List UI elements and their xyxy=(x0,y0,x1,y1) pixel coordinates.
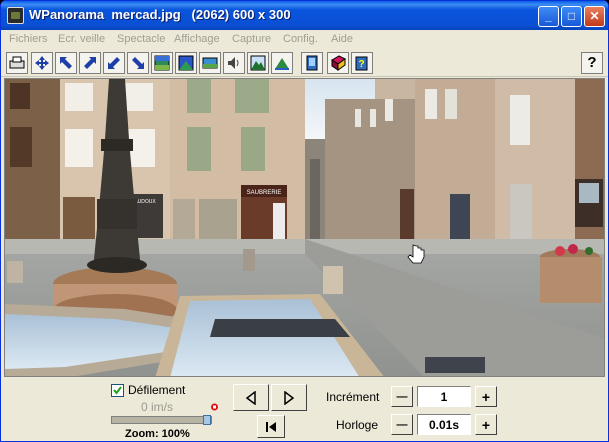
increment-plus-button[interactable]: + xyxy=(475,386,497,407)
arrow-downleft-icon xyxy=(108,57,120,69)
menu-fichiers[interactable]: Fichiers xyxy=(9,33,48,45)
arrow-downleft-button[interactable] xyxy=(103,52,125,74)
svg-text:?: ? xyxy=(358,59,364,70)
plus-icon: + xyxy=(481,416,491,433)
landscape-icon xyxy=(202,57,218,69)
page-button[interactable] xyxy=(301,52,323,74)
menu-capture[interactable]: Capture xyxy=(232,33,271,45)
sky-icon xyxy=(178,55,194,71)
mountain-button[interactable] xyxy=(247,52,269,74)
minus-icon: — xyxy=(396,418,408,431)
scroll-label: Défilement xyxy=(128,383,186,397)
zoom-slider-track xyxy=(112,417,203,423)
control-panel: Défilement 0 im/s Zoom: 100% Incrément —… xyxy=(1,378,608,441)
shop-sign-2: AUDOUX xyxy=(134,199,156,205)
print-button[interactable] xyxy=(6,52,28,74)
clock-label: Horloge xyxy=(336,418,379,432)
move-icon xyxy=(35,56,49,70)
increment-label: Incrément xyxy=(326,390,380,404)
move-button[interactable] xyxy=(31,52,53,74)
maximize-icon: □ xyxy=(567,9,576,23)
panorama-view[interactable]: SAUBRERIE AUDOUX xyxy=(4,78,605,377)
print-icon xyxy=(9,56,25,69)
help-button[interactable]: ? xyxy=(581,52,603,74)
mountain-icon xyxy=(250,55,266,71)
shop-sign: SAUBRERIE xyxy=(247,190,282,196)
triangle-right-icon xyxy=(284,390,294,405)
help-book-button[interactable]: ? xyxy=(351,52,373,74)
menu-bar: Fichiers Ecr. veille Spectacle Affichage… xyxy=(1,30,608,49)
menu-affichage[interactable]: Affichage xyxy=(174,33,220,45)
help-book-icon: ? xyxy=(355,56,368,71)
increment-value[interactable]: 1 xyxy=(417,386,471,407)
arrow-upright-button[interactable] xyxy=(79,52,101,74)
landscape-button[interactable] xyxy=(199,52,221,74)
zoom-label: Zoom: 100% xyxy=(125,428,190,440)
menu-config[interactable]: Config. xyxy=(283,33,318,45)
menu-spectacle[interactable]: Spectacle xyxy=(117,33,165,45)
minus-icon: — xyxy=(396,390,408,403)
triangle-left-icon xyxy=(246,390,256,405)
checkmark-icon xyxy=(113,386,122,395)
increment-minus-button[interactable]: — xyxy=(391,386,413,407)
app-window: WPanorama mercad.jpg (2062) 600 x 300 _ … xyxy=(0,0,609,442)
arrow-downright-button[interactable] xyxy=(127,52,149,74)
maximize-button[interactable]: □ xyxy=(561,6,582,27)
app-icon[interactable] xyxy=(7,7,24,24)
close-icon: ✕ xyxy=(589,9,600,23)
menu-aide[interactable]: Aide xyxy=(331,33,353,45)
window-title: WPanorama mercad.jpg (2062) 600 x 300 xyxy=(29,7,291,22)
title-bar[interactable]: WPanorama mercad.jpg (2062) 600 x 300 _ … xyxy=(1,1,608,30)
book-button[interactable] xyxy=(327,52,349,74)
zoom-slider[interactable] xyxy=(111,415,212,425)
rewind-button[interactable] xyxy=(257,415,285,438)
gradient-icon xyxy=(154,55,170,71)
scroll-checkbox[interactable] xyxy=(111,384,124,397)
arrow-upright-icon xyxy=(84,57,96,69)
arrow-upleft-button[interactable] xyxy=(55,52,77,74)
plus-icon: + xyxy=(481,388,491,405)
clock-value[interactable]: 0.01s xyxy=(417,414,471,435)
scroll-right-button[interactable] xyxy=(271,384,307,411)
gradient-button[interactable] xyxy=(151,52,173,74)
menu-ecr-veille[interactable]: Ecr. veille xyxy=(58,33,105,45)
panorama-image: SAUBRERIE AUDOUX xyxy=(5,79,604,376)
arrow-upleft-icon xyxy=(60,57,72,69)
speed-readout: 0 im/s xyxy=(141,400,174,414)
sky-button[interactable] xyxy=(175,52,197,74)
book-icon xyxy=(331,55,346,71)
close-button[interactable]: ✕ xyxy=(584,6,605,27)
zoom-slider-thumb[interactable] xyxy=(203,415,211,425)
speaker-icon xyxy=(228,57,239,69)
sound-button[interactable] xyxy=(223,52,245,74)
page-icon xyxy=(306,55,318,71)
scroll-left-button[interactable] xyxy=(233,384,269,411)
clock-plus-button[interactable]: + xyxy=(475,414,497,435)
minimize-icon: _ xyxy=(545,9,552,23)
toolbar: ? ? xyxy=(1,50,608,77)
stop-icon[interactable] xyxy=(210,402,219,412)
minimize-button[interactable]: _ xyxy=(538,6,559,27)
mountain-alt-icon xyxy=(275,58,289,70)
clock-minus-button[interactable]: — xyxy=(391,414,413,435)
skip-start-icon xyxy=(266,421,276,432)
arrow-downright-icon xyxy=(132,57,144,69)
mountain-alt-button[interactable] xyxy=(271,52,293,74)
